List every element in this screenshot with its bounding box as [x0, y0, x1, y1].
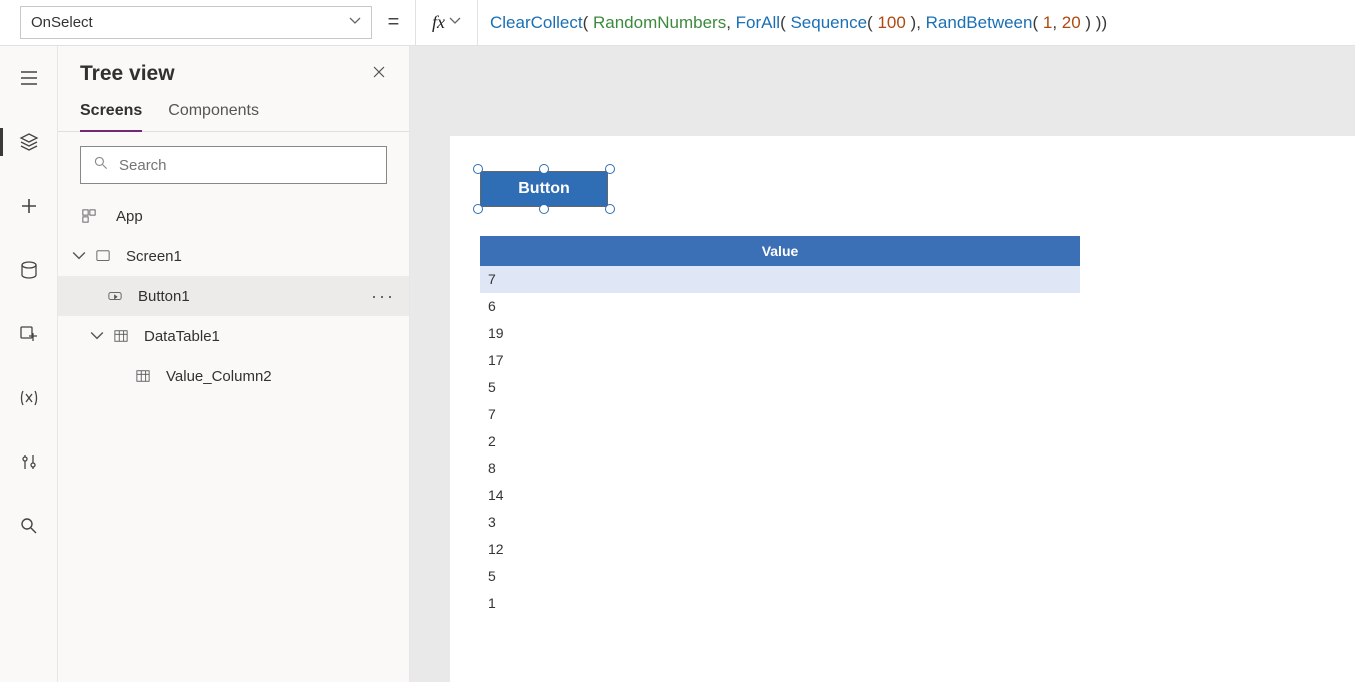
equals-label: = [372, 0, 416, 45]
tab-screens[interactable]: Screens [80, 96, 142, 132]
node-app[interactable]: App [58, 196, 409, 236]
formula-token: RandomNumbers [593, 13, 726, 33]
hamburger-icon[interactable] [9, 58, 49, 98]
property-dropdown[interactable]: OnSelect [20, 6, 372, 39]
table-row[interactable]: 5 [480, 563, 1080, 590]
formula-token: ), [906, 13, 926, 33]
main-area: Tree view Screens Components App [0, 46, 1355, 682]
left-rail [0, 46, 58, 682]
node-button1[interactable]: Button1 ··· [58, 276, 409, 316]
canvas[interactable]: Button Value 76191757281431251 [450, 136, 1355, 682]
tree-nodes: App Screen1 Button1 ··· [58, 192, 409, 682]
search-field[interactable] [119, 157, 374, 174]
formula-token: ClearCollect [490, 13, 583, 33]
tab-components[interactable]: Components [168, 96, 259, 131]
node-label: App [116, 208, 143, 225]
screen-icon [94, 247, 112, 265]
tree-view-icon[interactable] [9, 122, 49, 162]
column-icon [134, 367, 152, 385]
tree-tabs: Screens Components [58, 96, 409, 132]
tree-title: Tree view [80, 62, 175, 86]
node-label: Button1 [138, 288, 190, 305]
formula-input[interactable]: ClearCollect( RandomNumbers, ForAll( Seq… [478, 0, 1355, 45]
search-icon [93, 155, 109, 176]
node-value-column[interactable]: Value_Column2 [58, 356, 409, 396]
search-icon[interactable] [9, 506, 49, 546]
formula-token: RandBetween [926, 13, 1033, 33]
close-icon[interactable] [371, 64, 387, 85]
formula-token: ( [780, 13, 790, 33]
variables-icon[interactable] [9, 378, 49, 418]
node-label: DataTable1 [144, 328, 220, 345]
node-label: Value_Column2 [166, 368, 272, 385]
formula-token: ( [1032, 13, 1042, 33]
table-row[interactable]: 2 [480, 428, 1080, 455]
property-dropdown-value: OnSelect [31, 14, 93, 31]
formula-token: ForAll [736, 13, 780, 33]
formula-token: 1 [1043, 13, 1052, 33]
node-screen1[interactable]: Screen1 [58, 236, 409, 276]
chevron-down-icon [349, 14, 361, 31]
formula-bar: OnSelect = fx ClearCollect( RandomNumber… [0, 0, 1355, 46]
tree-panel: Tree view Screens Components App [58, 46, 410, 682]
formula-token: ( [583, 13, 593, 33]
formula-token: 20 [1062, 13, 1081, 33]
table-row[interactable]: 6 [480, 293, 1080, 320]
chevron-down-icon[interactable] [88, 327, 106, 345]
insert-icon[interactable] [9, 186, 49, 226]
table-header[interactable]: Value [480, 236, 1080, 266]
data-icon[interactable] [9, 250, 49, 290]
button-control-label: Button [518, 180, 570, 198]
tools-icon[interactable] [9, 442, 49, 482]
fx-icon: fx [432, 12, 445, 33]
canvas-area: Button Value 76191757281431251 [410, 46, 1355, 682]
table-icon [112, 327, 130, 345]
button-control[interactable]: Button [480, 171, 608, 207]
chevron-down-icon [449, 14, 461, 32]
app-icon [80, 207, 98, 225]
node-datatable1[interactable]: DataTable1 [58, 316, 409, 356]
table-row[interactable]: 12 [480, 536, 1080, 563]
more-icon[interactable]: ··· [371, 286, 395, 307]
table-row[interactable]: 3 [480, 509, 1080, 536]
formula-token: ( [867, 13, 877, 33]
media-icon[interactable] [9, 314, 49, 354]
search-input[interactable] [80, 146, 387, 184]
datatable-control[interactable]: Value 76191757281431251 [480, 236, 1080, 617]
table-row[interactable]: 1 [480, 590, 1080, 617]
formula-token: Sequence [790, 13, 867, 33]
node-label: Screen1 [126, 248, 182, 265]
table-row[interactable]: 17 [480, 347, 1080, 374]
chevron-down-icon[interactable] [70, 247, 88, 265]
table-row[interactable]: 8 [480, 455, 1080, 482]
button-icon [106, 287, 124, 305]
table-row[interactable]: 7 [480, 401, 1080, 428]
table-row[interactable]: 14 [480, 482, 1080, 509]
fx-button[interactable]: fx [416, 0, 478, 45]
formula-token: , [1052, 13, 1061, 33]
formula-token: ) )) [1081, 13, 1107, 33]
table-row[interactable]: 19 [480, 320, 1080, 347]
formula-token: , [726, 13, 735, 33]
table-row[interactable]: 5 [480, 374, 1080, 401]
formula-token: 100 [877, 13, 905, 33]
table-row[interactable]: 7 [480, 266, 1080, 293]
